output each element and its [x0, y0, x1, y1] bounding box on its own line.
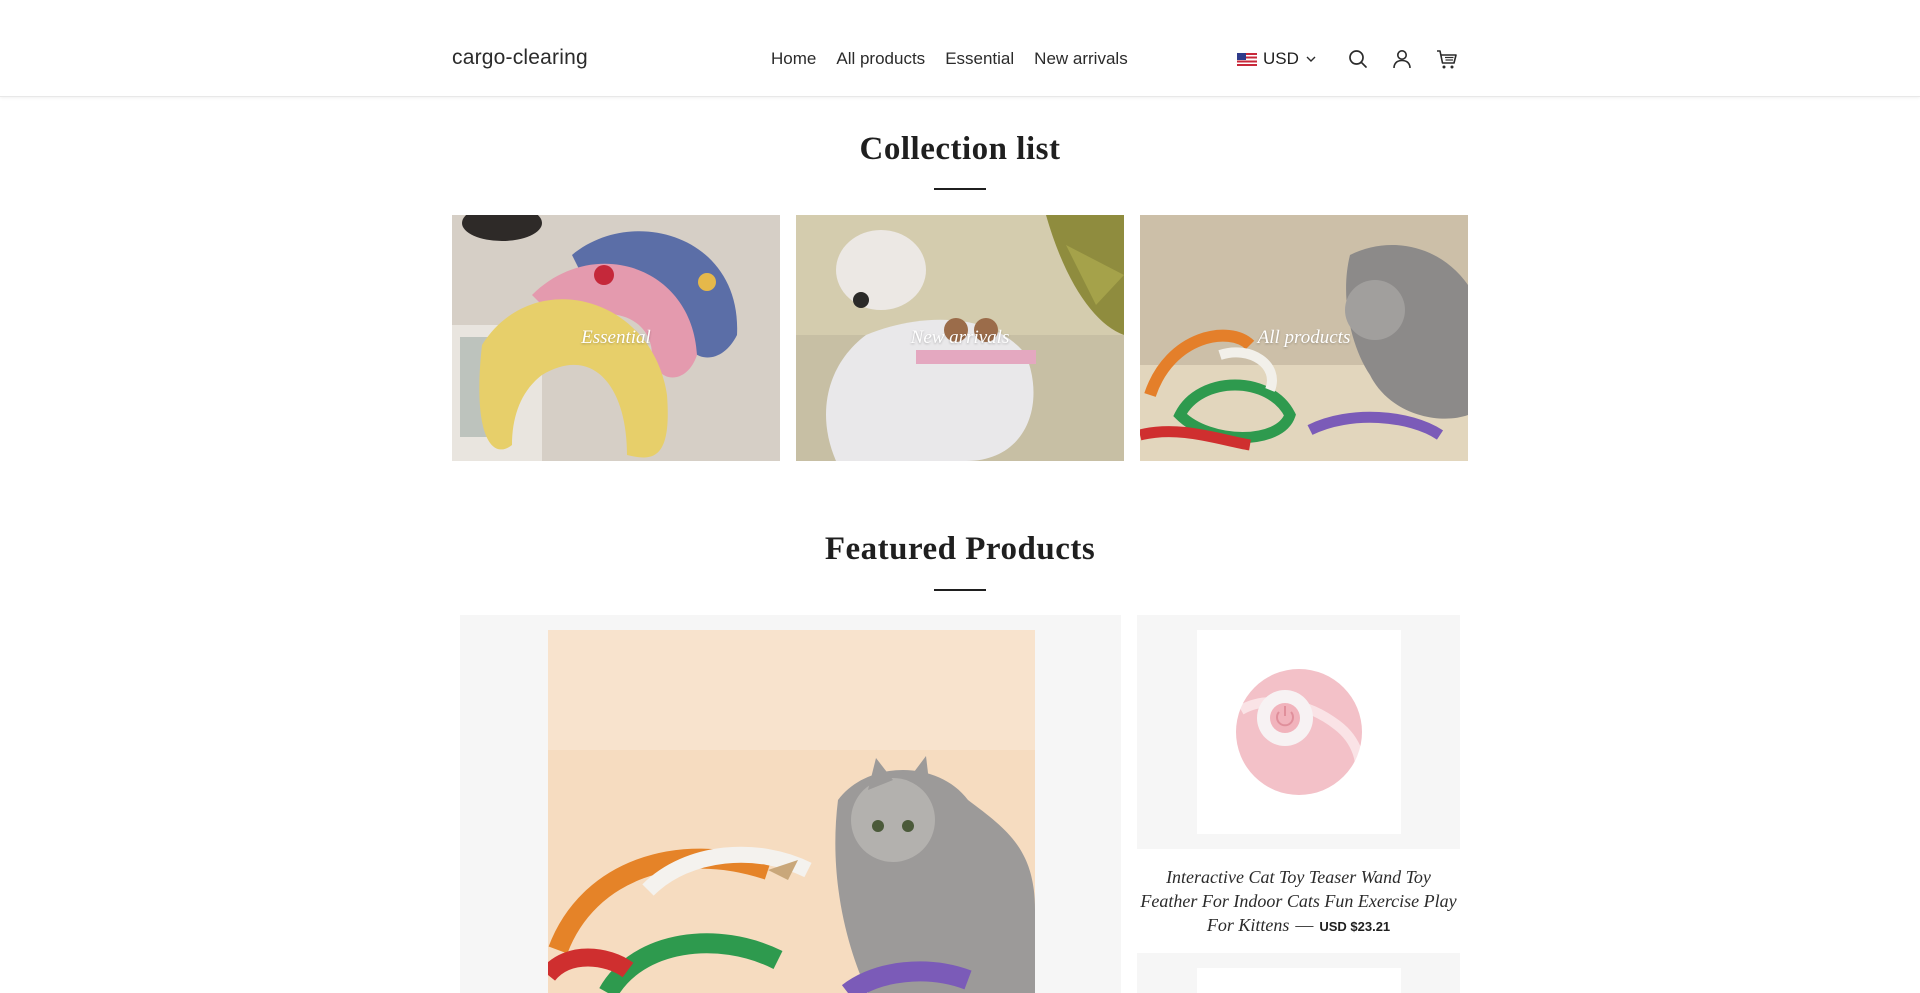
product-image-next	[1197, 968, 1401, 993]
collection-label-new-arrivals: New arrivals	[910, 327, 1010, 348]
collection-tile-new-arrivals[interactable]: New arrivals	[796, 215, 1124, 461]
nav-home-link[interactable]: Home	[771, 49, 816, 69]
product-price: USD $23.21	[1319, 919, 1391, 934]
featured-title-divider	[934, 589, 986, 591]
product-card-cat-toy[interactable]	[1137, 615, 1460, 849]
currency-code: USD	[1263, 49, 1299, 68]
store-logo[interactable]: cargo-clearing	[452, 46, 588, 70]
nav-essential-link[interactable]: Essential	[945, 49, 1014, 69]
main-nav: Home All products Essential New arrivals	[771, 49, 1128, 69]
us-flag-icon	[1237, 52, 1257, 66]
cart-icon[interactable]	[1435, 47, 1459, 71]
collection-title-divider	[934, 188, 986, 190]
collection-tile-essential[interactable]: Essential	[452, 215, 780, 461]
price-separator: —	[1295, 915, 1314, 935]
chevron-down-icon	[1306, 56, 1316, 62]
account-icon[interactable]	[1390, 47, 1414, 71]
featured-product-card[interactable]	[460, 615, 1121, 993]
nav-all-products-link[interactable]: All products	[836, 49, 925, 69]
product-card-next[interactable]	[1137, 953, 1460, 993]
search-icon[interactable]	[1346, 47, 1370, 71]
collection-list-title: Collection list	[859, 131, 1061, 167]
product-info-cat-toy[interactable]: Interactive Cat Toy Teaser Wand Toy Feat…	[1137, 865, 1460, 939]
collection-label-all-products: All products	[1257, 327, 1351, 348]
product-image-cat-toy	[1197, 630, 1401, 834]
site-header: cargo-clearing Home All products Essenti…	[0, 0, 1920, 97]
nav-new-arrivals-link[interactable]: New arrivals	[1034, 49, 1128, 69]
featured-products-title: Featured Products	[824, 531, 1096, 567]
featured-product-image	[548, 630, 1035, 993]
currency-selector[interactable]: USD	[1237, 49, 1317, 69]
collection-label-essential: Essential	[581, 327, 651, 348]
collection-tile-all-products[interactable]: All products	[1140, 215, 1468, 461]
